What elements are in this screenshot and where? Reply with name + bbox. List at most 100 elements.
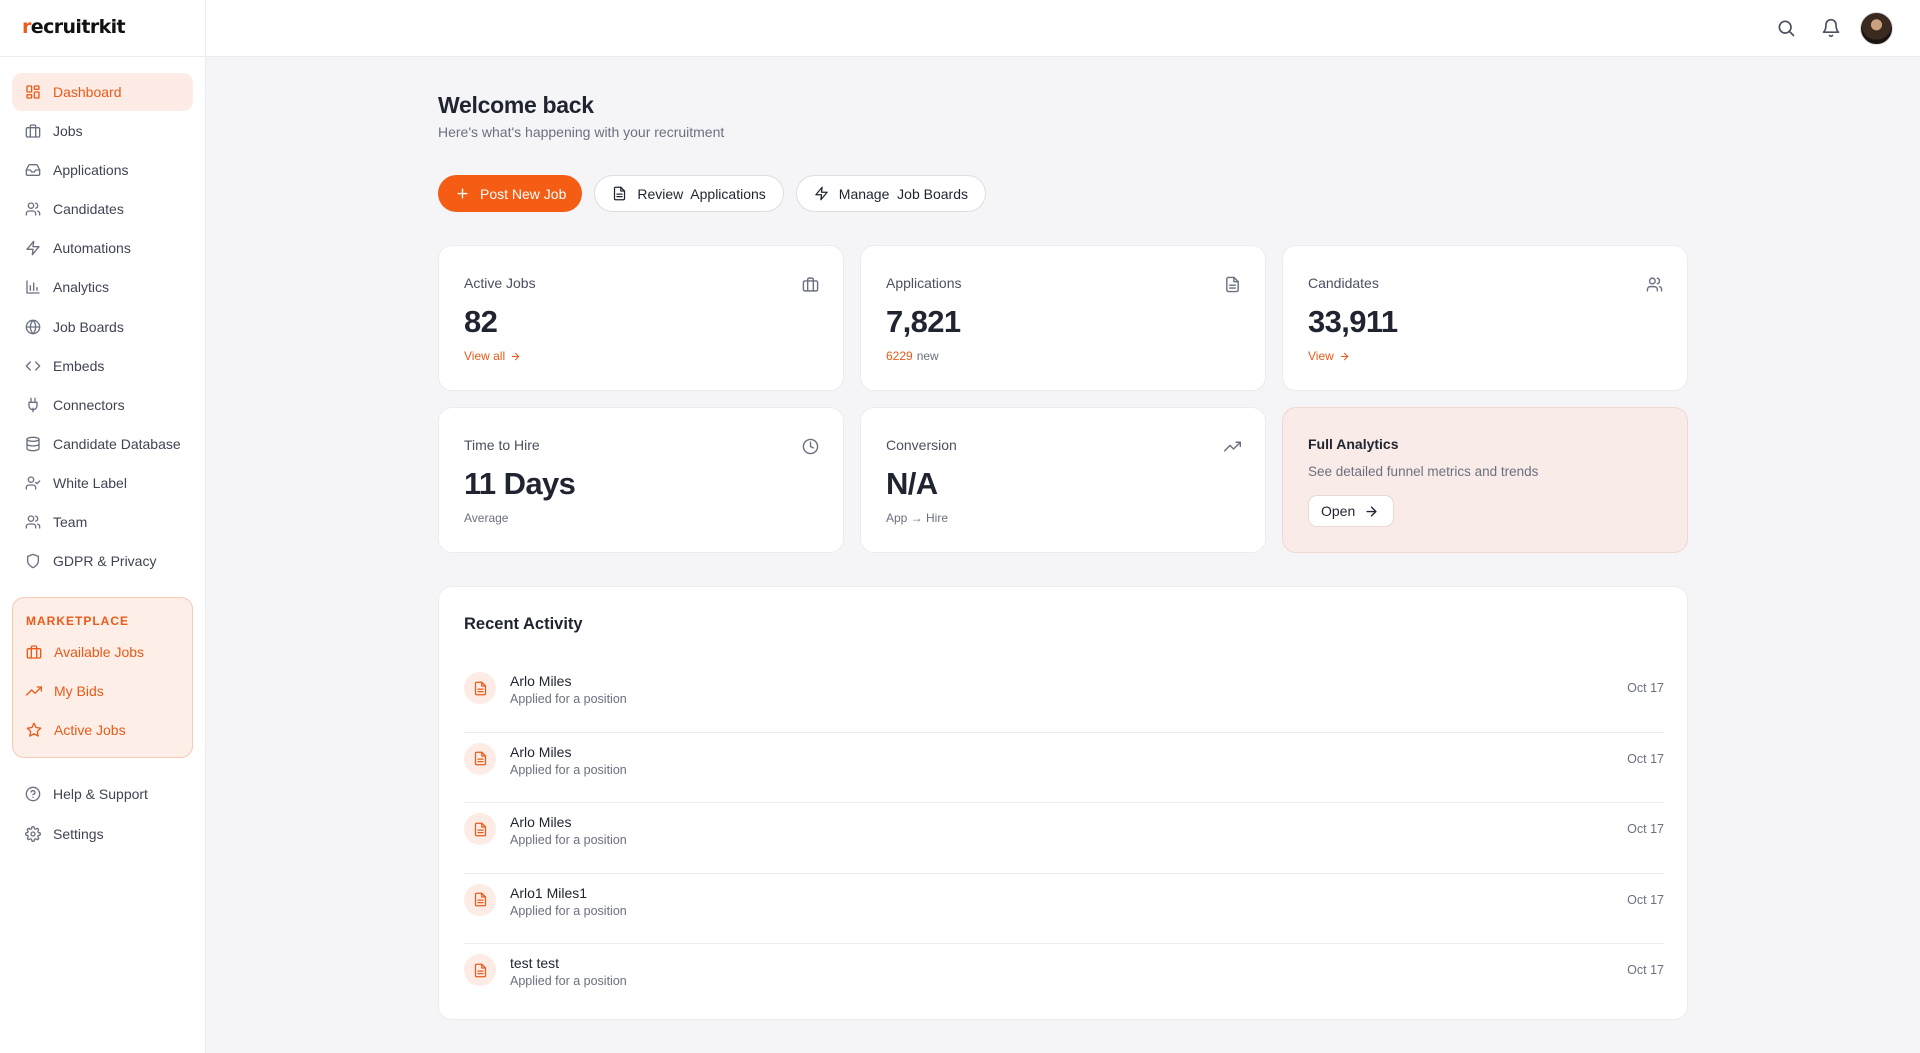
sidebar-item-dashboard[interactable]: Dashboard xyxy=(12,73,193,111)
document-icon xyxy=(464,672,496,704)
list-item[interactable]: Arlo Miles Applied for a position Oct 17 xyxy=(464,662,1664,733)
marketplace-title: MARKETPLACE xyxy=(26,614,129,628)
activity-date: Oct 17 xyxy=(1627,963,1664,978)
team-icon xyxy=(25,515,41,529)
sidebar-item-embeds[interactable]: Embeds xyxy=(12,347,193,385)
recent-activity-title: Recent Activity xyxy=(464,615,583,633)
sidebar-item-settings[interactable]: Settings xyxy=(12,814,193,853)
arrow-right-icon xyxy=(1366,505,1377,517)
activity-name: Arlo Miles xyxy=(510,814,572,831)
sidebar-item-candidate-database[interactable]: Candidate Database xyxy=(12,425,193,463)
plug-icon xyxy=(28,397,38,413)
review-applications-button[interactable]: Review Applications xyxy=(594,175,784,212)
logo-mark: r xyxy=(22,16,31,38)
list-item[interactable]: Arlo1 Miles1 Applied for a position Oct … xyxy=(464,874,1664,945)
sidebar-item-help-support[interactable]: Help & Support xyxy=(12,774,193,813)
lightning-icon xyxy=(815,186,828,201)
marketplace-item-label: Active Jobs xyxy=(54,721,126,738)
sidebar-item-label: White Label xyxy=(53,474,127,491)
lightning-icon xyxy=(26,241,40,256)
bell-icon[interactable] xyxy=(1821,18,1841,38)
sidebar-item-label: Help & Support xyxy=(53,785,148,802)
avatar[interactable] xyxy=(1860,12,1893,45)
sidebar-item-team[interactable]: Team xyxy=(12,503,193,541)
activity-list: Arlo Miles Applied for a position Oct 17… xyxy=(464,662,1664,1015)
sidebar-item-label: Analytics xyxy=(53,279,110,296)
top-bar xyxy=(206,0,1920,57)
inbox-icon xyxy=(25,164,41,177)
marketplace-item-available-jobs[interactable]: Available Jobs xyxy=(13,632,192,671)
list-item[interactable]: Arlo Miles Applied for a position Oct 17 xyxy=(464,733,1664,804)
post-new-job-button[interactable]: Post New Job xyxy=(438,175,583,212)
open-label: Open xyxy=(1321,503,1356,519)
link-label: View all xyxy=(464,349,506,363)
search-icon[interactable] xyxy=(1776,18,1796,38)
sidebar-item-applications[interactable]: Applications xyxy=(12,151,193,189)
briefcase-icon xyxy=(802,277,819,292)
stat-value: 82 xyxy=(464,304,498,339)
stat-label: Active Jobs xyxy=(464,275,536,291)
sidebar-item-label: Jobs xyxy=(53,123,83,140)
sidebar-item-label: Team xyxy=(53,514,88,531)
clock-icon xyxy=(802,438,819,455)
arrow-right-icon xyxy=(1340,352,1349,360)
manage-job-boards-button[interactable]: Manage Job Boards xyxy=(795,175,986,212)
sidebar-item-connectors[interactable]: Connectors xyxy=(12,386,193,424)
activity-description: Applied for a position xyxy=(510,762,627,777)
sidebar-item-label: Automations xyxy=(53,240,131,257)
activity-name: Arlo Miles xyxy=(510,673,572,689)
users-icon xyxy=(25,202,41,216)
sidebar-item-job-boards[interactable]: Job Boards xyxy=(12,308,193,346)
shield-icon xyxy=(27,553,39,569)
recent-activity-panel: Recent Activity Arlo Miles Applied for a… xyxy=(438,586,1688,1020)
sidebar-item-automations[interactable]: Automations xyxy=(12,229,193,267)
link-label: View xyxy=(1308,349,1334,363)
sidebar-item-candidates[interactable]: Candidates xyxy=(12,190,193,228)
activity-name: Arlo Miles xyxy=(510,743,572,760)
marketplace-item-active-jobs[interactable]: Active Jobs xyxy=(13,710,192,749)
stat-label: Time to Hire xyxy=(464,437,540,453)
document-icon xyxy=(464,742,496,775)
marketplace-item-my-bids[interactable]: My Bids xyxy=(13,671,192,710)
open-analytics-button[interactable]: Open xyxy=(1308,495,1395,527)
view-all-jobs-link[interactable]: View all xyxy=(464,349,521,363)
briefcase-icon xyxy=(25,124,41,138)
bar-chart-icon xyxy=(26,280,40,295)
new-count: 6229 xyxy=(886,349,913,363)
marketplace-item-label: Available Jobs xyxy=(54,643,145,660)
bottom-nav: Help & Support Settings xyxy=(12,774,193,854)
sidebar-item-label: Job Boards xyxy=(53,318,124,335)
stat-value: N/A xyxy=(886,466,938,501)
stat-card-applications: Applications 7,821 6229 new xyxy=(860,245,1266,391)
stat-value: 33,911 xyxy=(1308,304,1398,339)
code-icon xyxy=(25,360,41,371)
globe-icon xyxy=(25,319,41,334)
gear-icon xyxy=(25,825,41,842)
activity-name: test test xyxy=(510,955,560,972)
document-icon xyxy=(464,954,496,987)
sidebar-item-label: Settings xyxy=(53,825,104,842)
activity-date: Oct 17 xyxy=(1627,681,1664,695)
sidebar: recruitrkit Dashboard Jobs Applications … xyxy=(0,0,206,1053)
full-analytics-title: Full Analytics xyxy=(1308,436,1399,452)
users-icon xyxy=(1646,277,1663,292)
document-icon xyxy=(464,813,496,846)
stat-label: Applications xyxy=(886,275,962,291)
trending-up-icon xyxy=(26,685,42,696)
sidebar-item-white-label[interactable]: White Label xyxy=(12,464,193,502)
app-logo[interactable]: recruitrkit xyxy=(22,16,126,38)
list-item[interactable]: Arlo Miles Applied for a position Oct 17 xyxy=(464,803,1664,874)
stat-card-time-to-hire: Time to Hire 11 Days Average xyxy=(438,407,844,553)
list-item[interactable]: test test Applied for a position Oct 17 xyxy=(464,944,1664,1015)
review-applications-label: Review Applications xyxy=(637,185,766,202)
sidebar-item-jobs[interactable]: Jobs xyxy=(12,112,193,150)
sidebar-item-analytics[interactable]: Analytics xyxy=(12,268,193,306)
stat-card-active-jobs: Active Jobs 82 View all xyxy=(438,245,844,391)
view-candidates-link[interactable]: View xyxy=(1308,349,1350,363)
stat-value: 7,821 xyxy=(886,304,961,339)
quick-actions: Post New Job Review Applications Manage … xyxy=(438,175,986,212)
sidebar-item-label: GDPR & Privacy xyxy=(53,553,157,570)
stat-foot: App → Hire xyxy=(886,511,949,525)
database-icon xyxy=(26,436,40,452)
sidebar-item-gdpr-privacy[interactable]: GDPR & Privacy xyxy=(12,542,193,580)
